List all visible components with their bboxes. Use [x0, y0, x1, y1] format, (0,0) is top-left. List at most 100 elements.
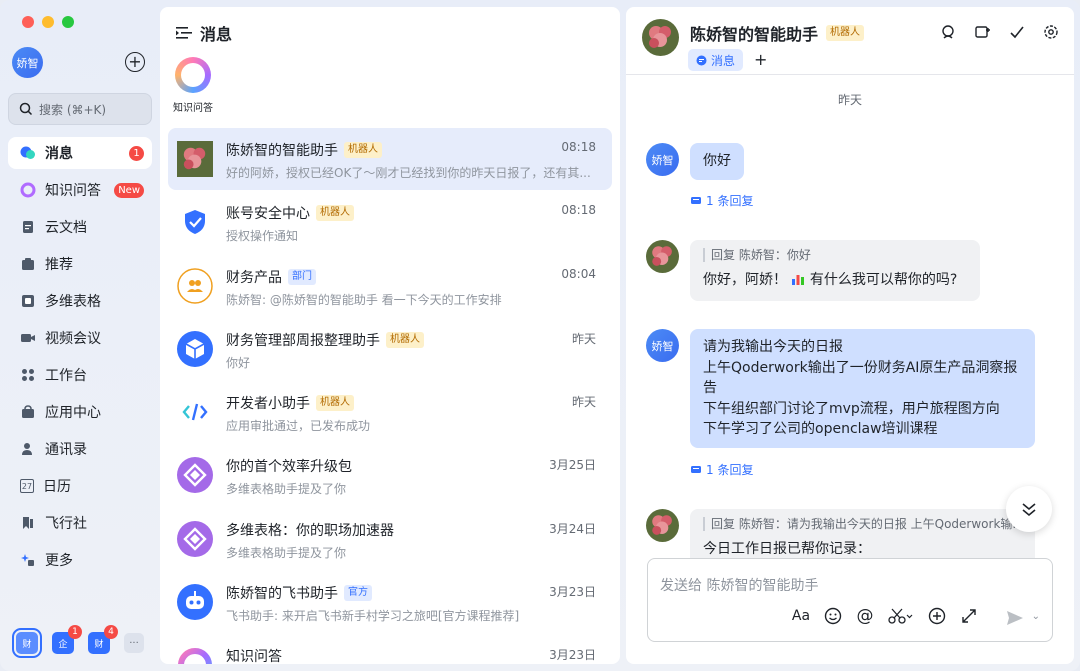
message-line: 请为我输出今天的日报 [703, 339, 843, 355]
bar-chart-emoji-icon [791, 272, 805, 293]
sidebar-item-recommend[interactable]: 推荐 [8, 248, 152, 280]
add-circle-icon[interactable] [927, 606, 947, 626]
my-avatar[interactable]: 娇智 [12, 47, 43, 78]
sidebar-item-label: 消息 [45, 146, 73, 162]
sidebar-item-more[interactable]: 更多 [8, 544, 152, 576]
message-line: 下午组织部门讨论了mvp流程，用户旅程图方向 [703, 400, 1000, 417]
message-bubble[interactable]: 你好 [690, 143, 744, 180]
quoted-reply: 回复 陈娇智：请为我输出今天的日报 上午Qoderwork输... [703, 517, 1022, 531]
bot-avatar[interactable] [646, 240, 679, 273]
message-composer[interactable]: 发送给 陈娇智的智能助手 Aa @ ⌄ [647, 558, 1053, 642]
conversation-list-panel: 消息 知识问答 陈娇智的智能助手 机器人 08:18 好的阿娇，授权已经OK了～刚才已… [160, 7, 620, 664]
conversation-item[interactable]: 知识问答 3月23日 [168, 634, 612, 664]
screenshot-scissors-icon[interactable] [887, 606, 915, 626]
app-badge: 4 [104, 625, 118, 639]
user-avatar[interactable]: 娇智 [646, 329, 679, 362]
sidebar-item-calendar[interactable]: 27 日历 [8, 470, 152, 502]
bot-avatar [177, 141, 213, 177]
sidebar-item-messages[interactable]: 消息 1 [8, 137, 152, 169]
sidebar-item-video[interactable]: 视频会议 [8, 322, 152, 354]
thread-reply-link[interactable]: 1 条回复 [690, 192, 753, 209]
conversation-title: 财务管理部周报整理助手 机器人 [226, 330, 424, 350]
create-plus-button[interactable]: + [125, 52, 145, 72]
video-camera-icon [20, 330, 36, 346]
conversation-time: 08:18 [561, 203, 596, 218]
conversation-item[interactable]: 开发者小助手 机器人 昨天 应用审批通过，已发布成功 [168, 381, 612, 443]
composer-placeholder: 发送给 陈娇智的智能助手 [660, 578, 819, 594]
mention-icon[interactable]: @ [855, 606, 875, 626]
message-text: 你好，阿娇！ 有什么我可以帮你的吗? [703, 270, 967, 293]
check-task-icon[interactable] [1008, 23, 1026, 41]
conversation-time: 08:18 [561, 140, 596, 154]
bot-avatar[interactable] [642, 19, 679, 56]
search-box[interactable]: 搜索 (⌘+K) [8, 93, 152, 125]
conversation-time: 昨天 [571, 331, 596, 346]
app-badge: 1 [68, 625, 82, 639]
sidebar: 娇智 + 搜索 (⌘+K) 消息 1 知识问答 New 云文档 推荐 多维表格 … [0, 0, 160, 671]
sidebar-item-contacts[interactable]: 通讯录 [8, 433, 152, 465]
conversation-item[interactable]: 财务管理部周报整理助手 机器人 昨天 你好 [168, 318, 612, 380]
conversation-item[interactable]: 陈娇智的飞书助手 官方 3月23日 飞书助手: 来开启飞书新手村学习之旅吧[官方课程推… [168, 571, 612, 633]
conversation-time: 08:04 [561, 266, 596, 281]
sidebar-item-app-center[interactable]: 应用中心 [8, 396, 152, 428]
collapse-sidebar-icon[interactable] [176, 26, 192, 40]
settings-gear-icon[interactable] [1042, 23, 1060, 41]
maximize-window-button[interactable] [62, 16, 74, 28]
composer-toolbar: Aa @ [791, 606, 979, 626]
app-shortcut-label: 财 [22, 639, 32, 650]
conversation-name: 开发者小助手 [226, 396, 310, 413]
conversation-preview: 陈娇智: @陈娇智的智能助手 看一下今天的工作安排 [226, 292, 502, 307]
emoji-icon[interactable] [823, 606, 843, 626]
message-bubble[interactable]: 回复 陈娇智：你好 你好，阿娇！ 有什么我可以帮你的吗? [690, 240, 980, 301]
add-tab-button[interactable]: + [754, 50, 767, 69]
sidebar-item-workplace[interactable]: 工作台 [8, 359, 152, 391]
send-icon[interactable] [1006, 609, 1024, 631]
app-shortcut[interactable]: 财 [12, 628, 42, 658]
robot-icon [177, 584, 213, 621]
conversation-preview: 好的阿娇，授权已经OK了～刚才已经找到你的昨天日报了，还有其... [226, 166, 591, 180]
reply-count: 1 条回复 [706, 463, 754, 477]
user-avatar[interactable]: 娇智 [646, 143, 679, 176]
message-line: 下午学习了公司的openclaw培训课程 [703, 421, 938, 437]
sidebar-item-label: 工作台 [45, 368, 87, 384]
thread-reply-link[interactable]: 1 条回复 [690, 461, 753, 478]
sidebar-item-label: 推荐 [45, 257, 73, 273]
app-shortcut-label: 企 [58, 639, 68, 650]
tab-messages[interactable]: 消息 [688, 49, 744, 71]
thread-icon [691, 196, 701, 204]
app-shortcut-label: 财 [94, 639, 104, 650]
sidebar-item-label: 飞行社 [45, 516, 87, 532]
conversation-item[interactable]: 你的首个效率升级包 3月25日 多维表格助手提及了你 [168, 444, 612, 506]
tab-label: 消息 [711, 53, 736, 68]
conversation-item[interactable]: 多维表格：你的职场加速器 3月24日 多维表格助手提及了你 [168, 508, 612, 570]
text-format-icon[interactable]: Aa [791, 606, 811, 626]
app-center-icon [20, 404, 36, 420]
conversation-item[interactable]: 陈娇智的智能助手 机器人 08:18 好的阿娇，授权已经OK了～刚才已经找到你的昨天日… [168, 128, 612, 190]
chat-panel: 陈娇智的智能助手 机器人 消息 + 昨天 娇智 你好 1 条回复 回复 陈娇智：… [626, 7, 1074, 664]
add-group-icon[interactable] [974, 23, 992, 41]
minimize-window-button[interactable] [42, 16, 54, 28]
conversation-item[interactable]: 账号安全中心 机器人 08:18 授权操作通知 [168, 191, 612, 253]
send-options-chevron-icon[interactable]: ⌄ [1032, 611, 1040, 622]
conversation-name: 知识问答 [226, 649, 282, 664]
conversation-title: 财务产品 部门 [226, 267, 316, 287]
search-chat-icon[interactable] [940, 23, 958, 41]
sidebar-item-flight[interactable]: 飞行社 [8, 507, 152, 539]
knowledge-qa-shortcut[interactable]: 知识问答 [170, 57, 216, 114]
more-apps-button[interactable]: ··· [124, 633, 144, 653]
scroll-to-bottom-button[interactable] [1006, 486, 1052, 532]
bot-avatar[interactable] [646, 509, 679, 542]
page-title: 消息 [200, 25, 233, 44]
message-bubble[interactable]: 请为我输出今天的日报 上午Qoderwork输出了一份财务AI原生产品洞察报 告… [690, 329, 1035, 448]
app-shortcut[interactable]: 财4 [88, 625, 118, 654]
sidebar-item-base[interactable]: 多维表格 [8, 285, 152, 317]
conversation-tag: 机器人 [316, 395, 354, 412]
close-window-button[interactable] [22, 16, 34, 28]
sidebar-item-docs[interactable]: 云文档 [8, 211, 152, 243]
conversation-item[interactable]: 财务产品 部门 08:04 陈娇智: @陈娇智的智能助手 看一下今天的工作安排 [168, 255, 612, 317]
expand-icon[interactable] [959, 606, 979, 626]
app-shortcut[interactable]: 企1 [52, 625, 82, 654]
sidebar-item-knowledge-qa[interactable]: 知识问答 New [8, 174, 152, 206]
conversation-name: 财务管理部周报整理助手 [226, 332, 380, 349]
sidebar-item-label: 应用中心 [45, 405, 101, 421]
